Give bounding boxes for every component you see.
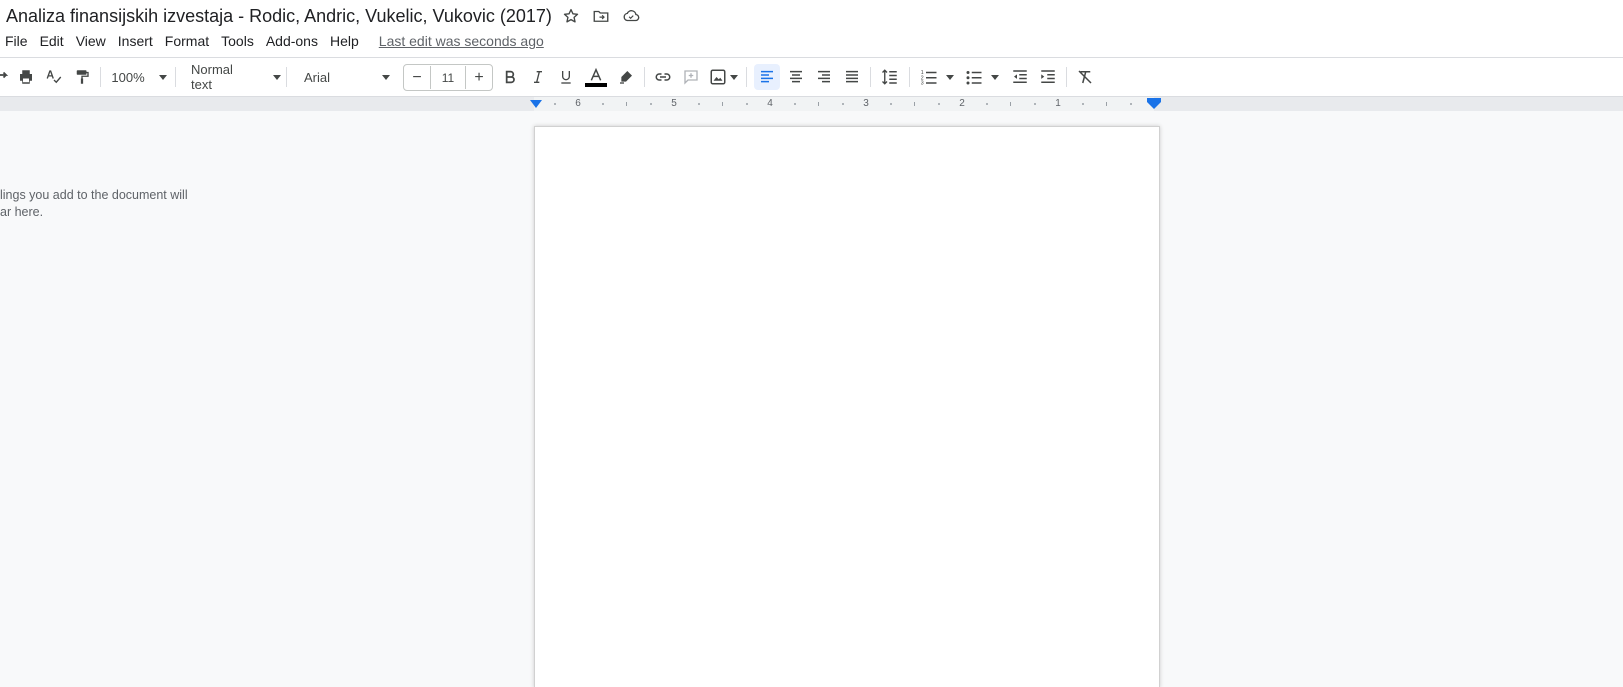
- document-page[interactable]: [535, 127, 1159, 687]
- separator: [870, 67, 871, 87]
- move-to-folder-icon[interactable]: [590, 6, 612, 26]
- text-color-swatch: [585, 82, 607, 87]
- ruler-tick: [626, 102, 627, 106]
- numbered-list-icon[interactable]: 123: [917, 58, 957, 96]
- menu-bar: File Edit View Insert Format Tools Add-o…: [0, 30, 544, 52]
- ruler-tick: [914, 102, 915, 106]
- ruler-dot: [1034, 103, 1036, 105]
- ruler-dot: [698, 103, 700, 105]
- add-comment-icon[interactable]: [679, 58, 703, 96]
- ruler-dot: [938, 103, 940, 105]
- font-family-value: Arial: [304, 69, 331, 85]
- bulleted-list-icon[interactable]: [962, 58, 1002, 96]
- title-bar: Analiza finansijskih izvestaja - Rodic, …: [0, 0, 1623, 58]
- highlight-color-icon[interactable]: [614, 58, 638, 96]
- ruler-dot: [1130, 103, 1132, 105]
- separator: [1066, 67, 1067, 87]
- document-title[interactable]: Analiza finansijskih izvestaja - Rodic, …: [6, 4, 552, 28]
- ruler-number: 5: [671, 98, 677, 109]
- paint-format-icon[interactable]: [71, 58, 93, 96]
- menu-edit[interactable]: Edit: [34, 30, 70, 52]
- document-outline-hint: lings you add to the document will ar he…: [0, 187, 200, 221]
- ruler-dot: [746, 103, 748, 105]
- decrease-font-size-button[interactable]: −: [404, 65, 430, 90]
- underline-icon[interactable]: [554, 58, 578, 96]
- insert-link-icon[interactable]: [651, 58, 675, 96]
- line-spacing-icon[interactable]: [877, 58, 903, 96]
- chevron-down-icon: [729, 74, 738, 80]
- svg-text:3: 3: [921, 81, 924, 87]
- text-color-icon[interactable]: [583, 58, 609, 96]
- ruler-tick: [1010, 102, 1011, 106]
- paragraph-style-select[interactable]: Normal text: [183, 58, 281, 96]
- separator: [746, 67, 747, 87]
- decrease-indent-icon[interactable]: [1008, 58, 1032, 96]
- ruler-tick: [722, 102, 723, 106]
- menu-format[interactable]: Format: [159, 30, 215, 52]
- menu-view[interactable]: View: [70, 30, 112, 52]
- font-size-input[interactable]: 11: [430, 66, 466, 89]
- font-family-select[interactable]: Arial: [294, 58, 396, 96]
- print-icon[interactable]: [15, 58, 37, 96]
- menu-addons[interactable]: Add-ons: [260, 30, 324, 52]
- chevron-down-icon: [158, 74, 167, 80]
- menu-insert[interactable]: Insert: [112, 30, 159, 52]
- clear-formatting-icon[interactable]: [1073, 58, 1097, 96]
- title-icons: [560, 6, 642, 26]
- ruler-dot: [794, 103, 796, 105]
- ruler-dot: [890, 103, 892, 105]
- separator: [644, 67, 645, 87]
- separator: [175, 67, 176, 87]
- ruler-number: 2: [959, 98, 965, 109]
- cloud-saved-icon[interactable]: [620, 6, 642, 26]
- toolbar: 100% Normal text Arial − 11 + 1 2 3: [0, 58, 1623, 97]
- star-icon[interactable]: [560, 6, 582, 26]
- last-edit-link[interactable]: Last edit was seconds ago: [379, 33, 544, 49]
- chevron-down-icon: [273, 74, 281, 80]
- justify-icon[interactable]: [839, 58, 865, 96]
- ruler-number: 3: [863, 98, 869, 109]
- ruler-dot: [602, 103, 604, 105]
- left-indent-marker-icon[interactable]: [530, 100, 542, 109]
- bold-icon[interactable]: [498, 58, 522, 96]
- separator: [100, 67, 101, 87]
- insert-image-icon[interactable]: [707, 58, 739, 96]
- ruler-dot: [554, 103, 556, 105]
- chevron-down-icon: [946, 74, 954, 80]
- menu-tools[interactable]: Tools: [215, 30, 260, 52]
- ruler-dot: [842, 103, 844, 105]
- menu-help[interactable]: Help: [324, 30, 365, 52]
- horizontal-ruler[interactable]: 6 5 4 3 2 1: [530, 97, 1161, 111]
- align-right-icon[interactable]: [811, 58, 837, 96]
- separator: [286, 67, 287, 87]
- font-size-control: − 11 +: [403, 64, 493, 91]
- spellcheck-icon[interactable]: [43, 58, 65, 96]
- outline-hint-line: ar here.: [0, 205, 44, 219]
- menu-file[interactable]: File: [0, 30, 34, 52]
- ruler-bar: 6 5 4 3 2 1: [0, 97, 1623, 111]
- right-indent-marker-icon[interactable]: [1147, 98, 1161, 110]
- ruler-number: 1: [1055, 98, 1061, 109]
- chevron-down-icon: [991, 74, 999, 80]
- ruler-tick: [818, 102, 819, 106]
- ruler-number: 6: [575, 98, 581, 109]
- align-left-icon[interactable]: [754, 64, 780, 90]
- ruler-dot: [986, 103, 988, 105]
- ruler-dot: [650, 103, 652, 105]
- paragraph-style-value: Normal text: [191, 62, 233, 92]
- separator: [909, 67, 910, 87]
- zoom-select[interactable]: 100%: [108, 58, 170, 96]
- increase-indent-icon[interactable]: [1036, 58, 1060, 96]
- italic-icon[interactable]: [526, 58, 550, 96]
- increase-font-size-button[interactable]: +: [466, 65, 492, 90]
- ruler-dot: [1082, 103, 1084, 105]
- outline-hint-line: lings you add to the document will: [0, 188, 188, 202]
- zoom-value: 100%: [111, 69, 145, 85]
- ruler-tick: [1106, 102, 1107, 106]
- align-center-icon[interactable]: [783, 58, 809, 96]
- chevron-down-icon: [382, 74, 391, 80]
- redo-icon[interactable]: [0, 58, 10, 96]
- ruler-number: 4: [767, 98, 773, 109]
